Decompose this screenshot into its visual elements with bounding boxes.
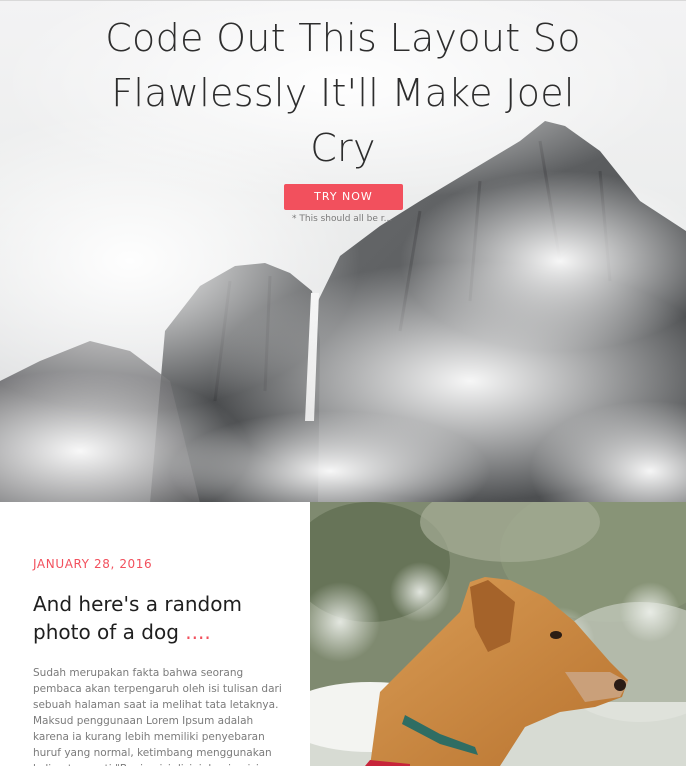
hero-note: * This should all be r... <box>292 214 393 224</box>
post-title[interactable]: And here's a random photo of a dog .... <box>33 590 293 646</box>
dog-photo <box>310 502 686 766</box>
hero-section: Code Out This Layout So Flawlessly It'll… <box>0 0 686 502</box>
article-section: JANUARY 28, 2016 And here's a random pho… <box>0 502 310 766</box>
try-now-button[interactable]: TRY NOW <box>284 184 403 210</box>
dog-image <box>310 502 686 766</box>
post-date: JANUARY 28, 2016 <box>33 557 153 571</box>
post-title-ellipsis: .... <box>178 620 211 644</box>
hero-title: Code Out This Layout So Flawlessly It'll… <box>105 16 581 170</box>
post-body: Sudah merupakan fakta bahwa seorang pemb… <box>33 667 282 766</box>
